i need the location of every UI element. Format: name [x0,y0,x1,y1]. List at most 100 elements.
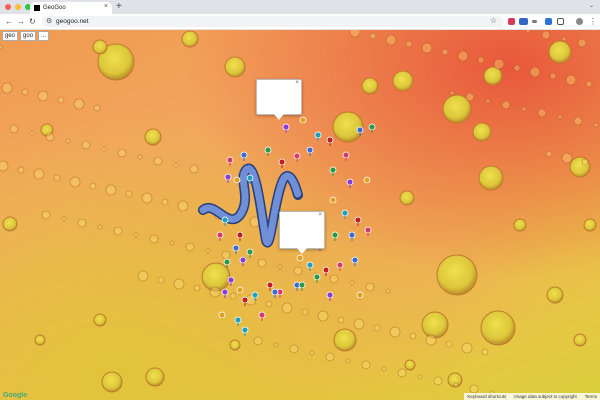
map-marker-icon[interactable] [271,288,279,298]
map-marker-icon[interactable] [241,296,249,306]
address-bar[interactable]: ⚙ geogoo.net ☆ [42,16,504,27]
crater [480,310,516,346]
map-marker-icon[interactable] [329,166,337,176]
crater-pit [265,300,273,308]
map-marker-icon[interactable] [326,291,334,301]
map-marker-icon[interactable] [331,231,339,241]
browser-titlebar: GeoGoo × + ⌄ [0,0,600,14]
info-window-popup[interactable]: × [256,79,302,120]
new-tab-button[interactable]: + [116,1,122,13]
map-marker-icon[interactable] [306,146,314,156]
map-marker-icon[interactable] [364,226,372,236]
map-marker-icon[interactable] [368,123,376,133]
map-marker-icon[interactable] [298,281,306,291]
map-marker-icon[interactable] [322,266,330,276]
map-layer-selects: geo goo ... [2,31,50,41]
reload-button[interactable]: ↻ [29,16,36,27]
map-marker-icon[interactable] [224,173,232,183]
layer-select[interactable]: geo [2,31,19,41]
crater [483,66,503,86]
tab-close-icon[interactable]: × [104,3,108,10]
tab-search-icon[interactable]: ⌄ [589,2,594,9]
crater-pit [281,302,293,314]
crater-pit [289,344,299,354]
map-marker-icon[interactable] [218,311,226,321]
map-marker-icon[interactable] [282,123,290,133]
extension-badge-icon[interactable] [519,18,528,25]
map-marker-icon[interactable] [227,276,235,286]
forward-button[interactable]: → [17,16,25,27]
map-marker-icon[interactable] [258,311,266,321]
crater-pit [173,278,185,290]
extensions-puzzle-icon[interactable] [557,18,564,25]
close-icon[interactable]: × [295,80,299,86]
extension-icon[interactable] [545,18,552,25]
map-marker-icon[interactable] [226,156,234,166]
bookmark-star-icon[interactable]: ☆ [490,16,497,25]
crater-pit [417,374,423,380]
keyboard-shortcuts-link[interactable]: Keyboard shortcuts [467,393,506,400]
crater-pit [0,44,3,50]
close-icon[interactable]: × [318,212,322,218]
map-marker-icon[interactable] [246,248,254,258]
map-marker-icon[interactable] [356,291,364,301]
crater-pit [41,210,51,220]
crater-pit [101,146,107,152]
extension-icon[interactable] [532,20,537,23]
browser-tab[interactable]: GeoGoo × [30,2,112,14]
map-marker-icon[interactable] [239,256,247,266]
crater-pit [105,184,117,196]
crater-pit [317,310,329,322]
tab-title: GeoGoo [43,5,66,11]
map-marker-icon[interactable] [296,254,304,264]
crater-pit [229,292,237,300]
map-marker-icon[interactable] [278,158,286,168]
map-marker-icon[interactable] [240,151,248,161]
terms-link[interactable]: Terms [585,393,597,400]
crater-pit [33,168,45,180]
map-marker-icon[interactable] [216,231,224,241]
map-marker-icon[interactable] [221,216,229,226]
back-button[interactable]: ← [5,16,13,27]
extension-icon[interactable] [508,18,515,25]
crater [145,367,165,387]
map-logo[interactable]: Google [3,392,27,399]
map-marker-icon[interactable] [232,244,240,254]
map-marker-icon[interactable] [363,176,371,186]
info-window-popup[interactable]: × [279,211,325,254]
map-marker-icon[interactable] [264,146,272,156]
map-marker-icon[interactable] [326,136,334,146]
map-marker-icon[interactable] [306,261,314,271]
map-marker-icon[interactable] [266,281,274,291]
map-marker-icon[interactable] [346,178,354,188]
profile-avatar[interactable] [576,18,583,25]
close-window-button[interactable] [5,4,11,10]
overlay-select[interactable]: goo [20,31,37,41]
map-marker-icon[interactable] [234,316,242,326]
map-marker-icon[interactable] [236,231,244,241]
crater-pit [361,360,371,370]
map-marker-icon[interactable] [299,116,307,126]
crater-pit [189,164,199,174]
url-text[interactable]: geogoo.net [56,17,89,26]
map-marker-icon[interactable] [336,261,344,271]
map-canvas[interactable]: × × Google Keyboard shortcuts Image data… [0,30,600,400]
map-marker-icon[interactable] [341,209,349,219]
site-info-icon[interactable]: ⚙ [46,17,52,25]
map-marker-icon[interactable] [354,216,362,226]
crater-pit [149,234,159,244]
map-marker-icon[interactable] [351,256,359,266]
map-marker-icon[interactable] [313,273,321,283]
map-marker-icon[interactable] [241,326,249,336]
crater-pit [349,30,361,38]
option-select[interactable]: ... [38,31,50,41]
map-marker-icon[interactable] [293,152,301,162]
map-marker-icon[interactable] [329,196,337,206]
map-marker-icon[interactable] [348,231,356,241]
map-marker-icon[interactable] [342,151,350,161]
map-marker-icon[interactable] [221,288,229,298]
map-marker-icon[interactable] [236,286,244,296]
minimize-window-button[interactable] [15,4,21,10]
browser-menu-icon[interactable]: ⋮ [589,16,597,27]
map-marker-icon[interactable] [314,131,322,141]
